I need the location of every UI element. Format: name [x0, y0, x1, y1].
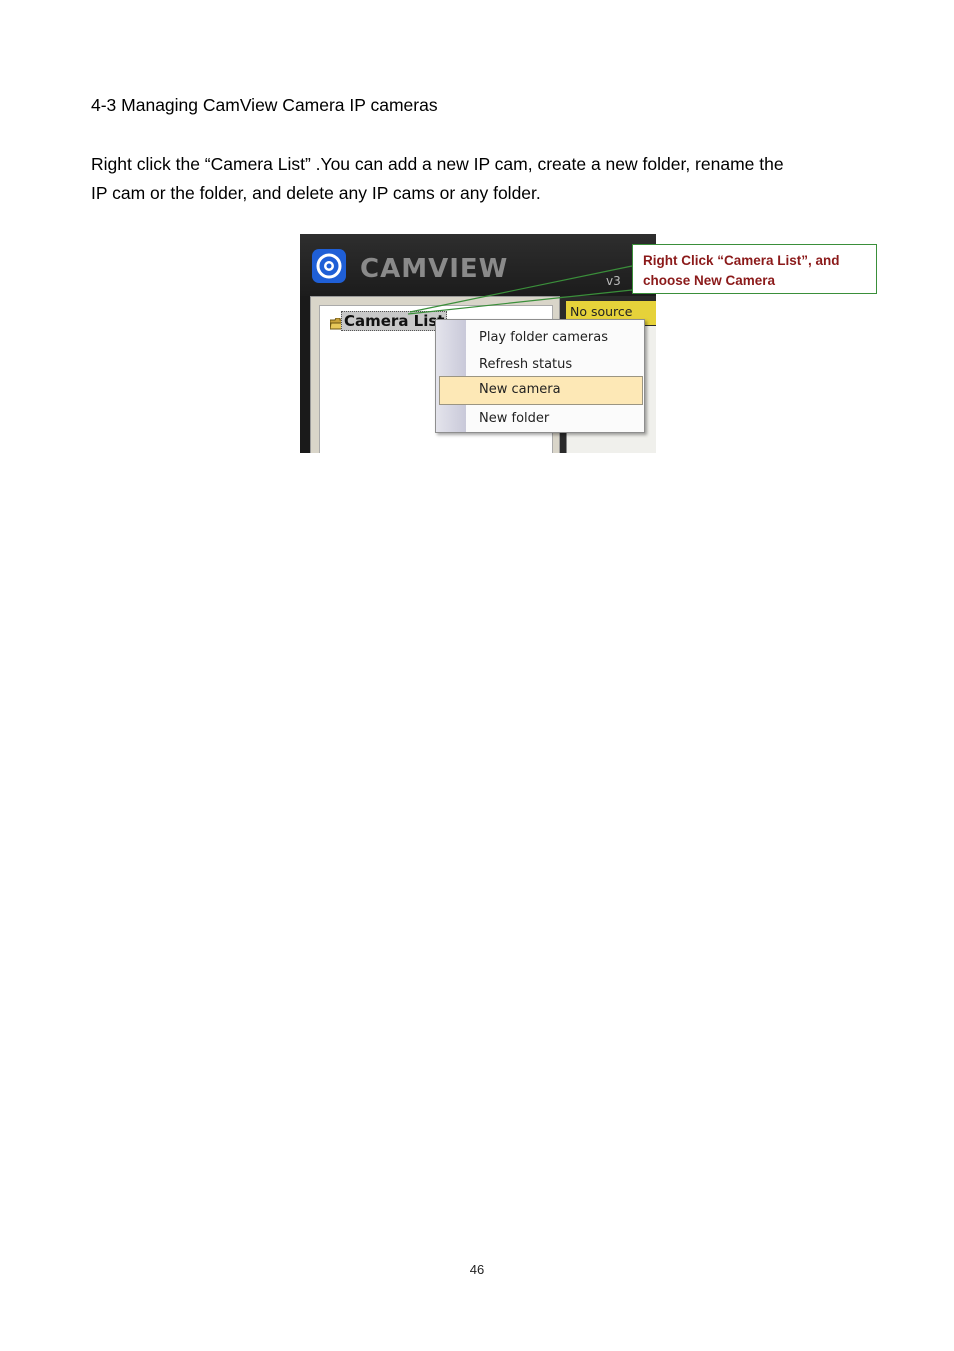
version-fragment: v3: [606, 274, 621, 288]
callout-text: Right Click “Camera List”, and choose Ne…: [643, 253, 840, 288]
app-header: CAMVIEW v3: [300, 234, 656, 296]
status-text: No source: [570, 304, 633, 319]
menu-item-new-camera[interactable]: New camera: [439, 376, 643, 405]
camera-list-node[interactable]: Camera List: [341, 311, 448, 331]
instruction-paragraph: Right click the “Camera List” .You can a…: [91, 150, 881, 208]
context-menu: Play folder cameras Refresh status New c…: [435, 319, 645, 433]
annotation-callout: Right Click “Camera List”, and choose Ne…: [632, 244, 877, 294]
menu-item-play-folder-cameras[interactable]: Play folder cameras: [436, 324, 644, 351]
camview-screenshot: CAMVIEW v3 Camera List No source Play fo…: [300, 234, 656, 453]
menu-item-refresh-status[interactable]: Refresh status: [436, 351, 644, 378]
page-number: 46: [469, 1262, 485, 1277]
paragraph-line-1: Right click the “Camera List” .You can a…: [91, 154, 784, 174]
section-heading: 4-3 Managing CamView Camera IP cameras: [91, 95, 438, 115]
paragraph-line-2: IP cam or the folder, and delete any IP …: [91, 183, 541, 203]
menu-item-new-folder[interactable]: New folder: [436, 405, 644, 432]
camview-logo-icon: [312, 249, 346, 283]
camview-logo-text: CAMVIEW: [360, 254, 509, 284]
